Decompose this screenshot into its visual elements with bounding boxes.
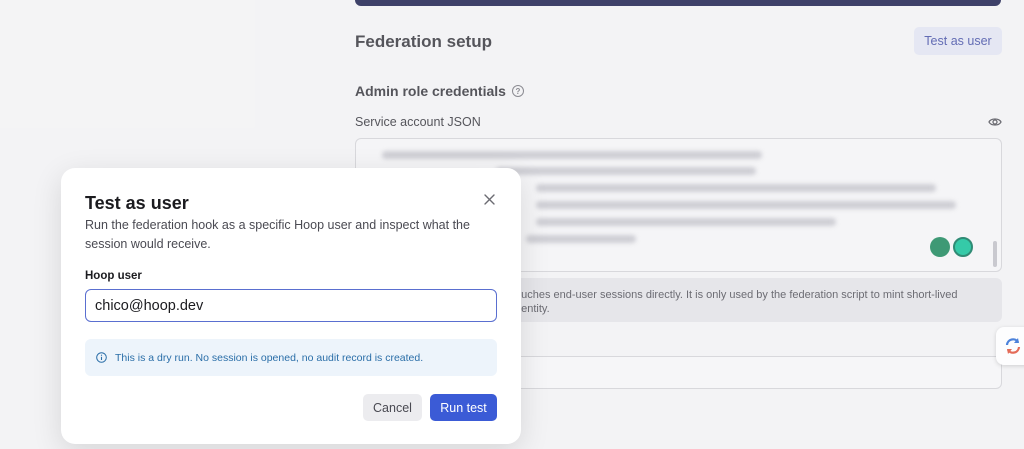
run-test-button[interactable]: Run test xyxy=(430,394,497,421)
cancel-button[interactable]: Cancel xyxy=(363,394,422,421)
hoop-user-input[interactable] xyxy=(85,289,497,322)
hoop-user-label: Hoop user xyxy=(85,270,142,282)
test-as-user-dialog: Test as user Run the federation hook as … xyxy=(61,168,521,444)
info-icon xyxy=(96,352,107,363)
dialog-description: Run the federation hook as a specific Ho… xyxy=(85,218,470,251)
dry-run-info-box: This is a dry run. No session is opened,… xyxy=(85,339,497,376)
close-icon[interactable] xyxy=(481,191,497,207)
dialog-title: Test as user xyxy=(85,193,189,213)
dry-run-info-text: This is a dry run. No session is opened,… xyxy=(115,351,424,364)
